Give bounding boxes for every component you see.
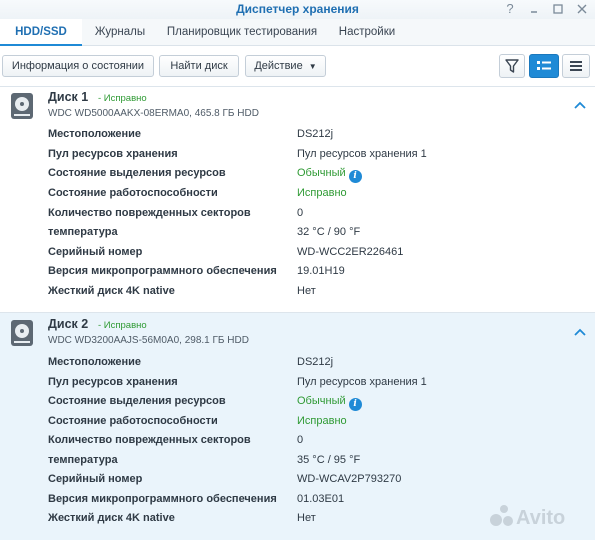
disk-name: Диск 1 xyxy=(48,90,89,104)
dropdown-arrow-icon: ▼ xyxy=(308,62,317,71)
filter-button[interactable] xyxy=(499,54,525,78)
row-label: Количество поврежденных секторов xyxy=(48,434,251,446)
row-label: Пул ресурсов хранения xyxy=(48,148,178,160)
hdd-icon xyxy=(11,320,33,346)
row-label: Жесткий диск 4K native xyxy=(48,512,175,524)
tab-test-scheduler[interactable]: Планировщик тестирования xyxy=(160,19,324,46)
row-value: 0 xyxy=(297,207,304,219)
action-button-label: Действие xyxy=(254,60,303,72)
info-icon[interactable]: i xyxy=(348,170,362,183)
detail-view-button[interactable] xyxy=(529,54,559,78)
row-label: Пул ресурсов хранения xyxy=(48,376,178,388)
action-button[interactable]: Действие ▼ xyxy=(245,55,326,77)
disk-model: WDC WD3200AAJS-56M0A0, 298.1 ГБ HDD xyxy=(48,335,249,346)
disk-status: - Исправно xyxy=(98,93,147,104)
find-disk-button[interactable]: Найти диск xyxy=(159,55,239,77)
row-label: Состояние выделения ресурсов xyxy=(48,167,226,179)
row-value: DS212j xyxy=(297,356,334,368)
compact-view-button[interactable] xyxy=(562,54,590,78)
health-status-value: Исправно xyxy=(297,415,347,427)
avito-watermark: Avito xyxy=(486,500,586,530)
menu-list-icon xyxy=(570,61,582,71)
status-info-button[interactable]: Информация о состоянии xyxy=(2,55,154,77)
row-value: WD-WCC2ER226461 xyxy=(297,246,404,258)
row-value: 35 °C / 95 °F xyxy=(297,454,361,466)
allocation-status: Обычный i xyxy=(297,395,362,411)
close-icon[interactable] xyxy=(575,2,589,16)
tab-settings[interactable]: Настройки xyxy=(328,19,406,46)
row-label: Серийный номер xyxy=(48,473,143,485)
row-label: Количество поврежденных секторов xyxy=(48,207,251,219)
row-value: Пул ресурсов хранения 1 xyxy=(297,376,427,388)
hdd-icon xyxy=(11,93,33,119)
row-label: Версия микропрограммного обеспечения xyxy=(48,493,277,505)
info-icon[interactable]: i xyxy=(348,398,362,411)
window-controls: ? xyxy=(503,2,589,16)
tab-hdd-ssd[interactable]: HDD/SSD xyxy=(0,19,82,46)
row-value: 32 °C / 90 °F xyxy=(297,226,361,238)
row-value: WD-WCAV2P793270 xyxy=(297,473,402,485)
row-value: Нет xyxy=(297,285,316,297)
row-value: Пул ресурсов хранения 1 xyxy=(297,148,427,160)
pin-icon[interactable] xyxy=(527,2,541,16)
row-label: Местоположение xyxy=(48,356,142,368)
row-label: Состояние работоспособности xyxy=(48,187,218,199)
row-label: температура xyxy=(48,226,118,238)
allocation-status: Обычный i xyxy=(297,167,362,183)
row-value: 01.03E01 xyxy=(297,493,345,505)
filter-icon xyxy=(505,59,519,73)
row-label: Состояние выделения ресурсов xyxy=(48,395,226,407)
row-label: Местоположение xyxy=(48,128,142,140)
row-label: Версия микропрограммного обеспечения xyxy=(48,265,277,277)
disk-panel-1[interactable]: Диск 1 - Исправно WDC WD5000AAKX-08ERMA0… xyxy=(0,86,595,312)
disk-model: WDC WD5000AAKX-08ERMA0, 465.8 ГБ HDD xyxy=(48,108,259,119)
health-status-value: Исправно xyxy=(297,187,347,199)
row-label: температура xyxy=(48,454,118,466)
title-bar: Диспетчер хранения ? xyxy=(0,0,595,19)
tab-logs[interactable]: Журналы xyxy=(84,19,156,46)
maximize-icon[interactable] xyxy=(551,2,565,16)
row-label: Серийный номер xyxy=(48,246,143,258)
disk-name: Диск 2 xyxy=(48,317,89,331)
tab-bar: HDD/SSD Журналы Планировщик тестирования… xyxy=(0,19,595,46)
watermark-text: Avito xyxy=(516,507,565,529)
row-label: Жесткий диск 4K native xyxy=(48,285,175,297)
row-value: 0 xyxy=(297,434,304,446)
help-icon[interactable]: ? xyxy=(503,2,517,16)
row-value: Нет xyxy=(297,512,316,524)
allocation-status-value: Обычный xyxy=(297,395,346,407)
collapse-chevron-icon[interactable] xyxy=(572,98,588,114)
row-value: 19.01H19 xyxy=(297,265,345,277)
row-value: DS212j xyxy=(297,128,334,140)
allocation-status-value: Обычный xyxy=(297,167,346,179)
disk-status: - Исправно xyxy=(98,320,147,331)
toolbar: Информация о состоянии Найти диск Действ… xyxy=(0,46,595,86)
row-label: Состояние работоспособности xyxy=(48,415,218,427)
detail-list-icon xyxy=(537,61,551,70)
collapse-chevron-icon[interactable] xyxy=(572,325,588,341)
